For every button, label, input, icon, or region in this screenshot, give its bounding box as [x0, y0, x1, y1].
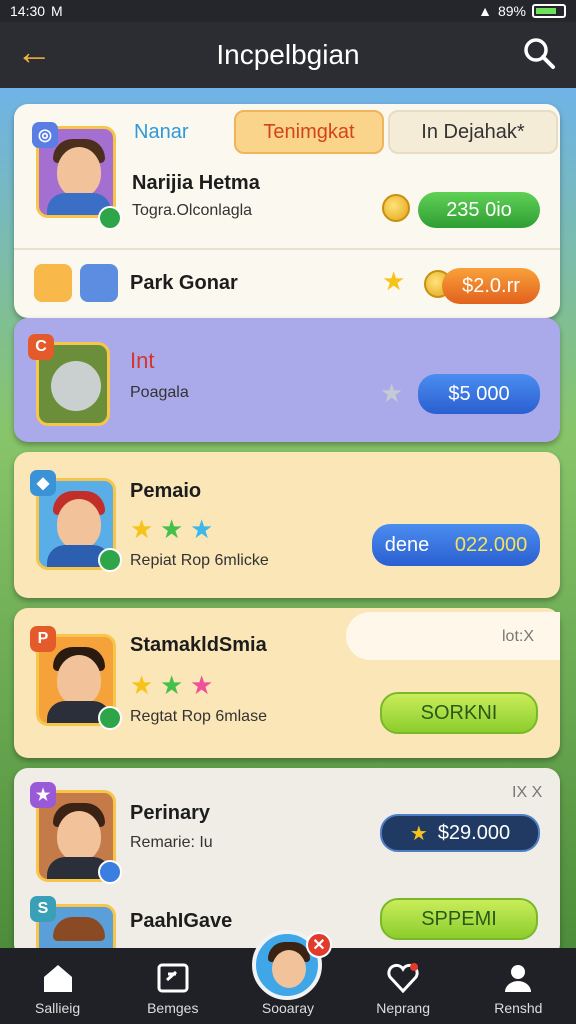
badge-icon: ◎	[32, 122, 58, 148]
app-header: ← Incpelbgian	[0, 22, 576, 88]
search-icon	[524, 38, 555, 69]
purple-card: C Int Poagala ★ $5 000	[14, 318, 560, 442]
item-subtitle: Remarie: Iu	[130, 834, 213, 851]
star-icon: ★	[190, 514, 214, 544]
coin-icon	[382, 194, 410, 222]
nav-item-likes[interactable]: Neprang	[353, 962, 453, 1016]
home-icon	[43, 965, 72, 992]
nav-item-home[interactable]: Sallieig	[8, 962, 108, 1016]
page-title: Incpelbgian	[216, 39, 360, 70]
tab-label: Nanar	[134, 120, 189, 143]
heart-icon	[387, 963, 419, 994]
nav-label: Sooaray	[261, 1000, 315, 1016]
star-icon: ★	[190, 670, 214, 700]
price-button[interactable]: $2.0.rr	[442, 268, 540, 304]
star-icon: ★	[130, 670, 154, 700]
item-subtitle: Repiat Rop 6mlicke	[130, 552, 269, 569]
item-name: Int	[130, 348, 155, 373]
verified-badge-icon	[98, 548, 122, 572]
badge-icon: ◆	[30, 470, 56, 496]
badge-icon: P	[30, 626, 56, 652]
battery-icon	[532, 4, 566, 18]
wifi-icon: ▲	[478, 3, 492, 19]
price-label: $29.000	[437, 821, 511, 844]
price-button[interactable]: 235 0io	[418, 192, 540, 228]
user-icon	[505, 965, 532, 992]
search-button[interactable]	[522, 36, 558, 72]
item-name: Perinary	[130, 802, 211, 824]
avatar-face	[57, 499, 101, 549]
tab-inactive[interactable]: In Dejahak*	[388, 110, 558, 154]
yellow-card-1: ◆ Pemaio ★ ★ ★ Repiat Rop 6mlicke dene 0…	[14, 452, 560, 598]
price-button[interactable]: dene 022.000	[372, 524, 540, 566]
gray-card: IX X ★ Perinary Remarie: Iu ★ $29.000 S …	[14, 768, 560, 948]
action-button[interactable]: SPPEMI	[380, 898, 538, 940]
yellow-card-2: lot:X P StamakldSmia ★ ★ ★ Regtat Rop 6m…	[14, 608, 560, 758]
item-subtitle: Togra.Olconlagla	[132, 202, 253, 219]
close-icon[interactable]: ✕	[306, 932, 332, 958]
main-content: Nanar Tenimgkat In Dejahak* ◎ Narijia He…	[0, 88, 576, 948]
battery-percent: 89%	[497, 3, 526, 19]
small-avatar[interactable]	[80, 264, 118, 302]
item-name: PaahIGave	[130, 910, 233, 932]
action-label: dene	[384, 533, 430, 556]
divider	[14, 248, 560, 250]
price-button[interactable]: ★ $29.000	[380, 814, 540, 852]
back-arrow-icon: ←	[16, 31, 52, 72]
nav-label: Sallieig	[35, 1000, 81, 1016]
nav-label: Renshd	[494, 1000, 543, 1016]
item-name: StamakldSmia	[130, 634, 267, 656]
nav-item-account[interactable]: Renshd	[468, 962, 568, 1016]
nav-label: Neprang	[376, 1000, 430, 1016]
tab-row: Nanar Tenimgkat In Dejahak*	[134, 110, 558, 154]
back-button[interactable]: ←	[16, 34, 60, 74]
badge-icon: ★	[30, 782, 56, 808]
avatar-face	[57, 655, 101, 705]
avatar-face	[272, 950, 306, 988]
small-avatar[interactable]	[34, 264, 72, 302]
close-button[interactable]: IX X	[512, 784, 542, 802]
verified-badge-icon	[98, 860, 122, 884]
status-bar: 14:30 M ▲ 89%	[0, 0, 576, 22]
status-left: 14:30 M	[10, 3, 63, 19]
verified-badge-icon	[98, 706, 122, 730]
status-right: ▲ 89%	[478, 3, 566, 19]
star-icon: ★	[160, 670, 184, 700]
item-name: Pemaio	[130, 480, 202, 502]
item-name: Narijia Hetma	[132, 172, 260, 194]
item-name: Park Gonar	[130, 272, 238, 294]
top-card: Nanar Tenimgkat In Dejahak* ◎ Narijia He…	[14, 104, 560, 318]
close-button[interactable]: lot:X	[502, 628, 534, 646]
verified-badge-icon	[98, 206, 122, 230]
avatar-hair	[53, 917, 105, 941]
status-carrier: M	[51, 3, 63, 19]
item-subtitle: Poagala	[130, 384, 189, 401]
robot-head	[51, 361, 101, 411]
badge-icon: C	[28, 334, 54, 360]
star-icon: ★	[130, 514, 154, 544]
price-label: 022.000	[454, 533, 528, 556]
star-icon: ★	[160, 514, 184, 544]
star-icon: ★	[382, 266, 406, 296]
badge-icon: S	[30, 896, 56, 922]
nav-label: Bemges	[147, 1000, 199, 1016]
status-time: 14:30	[10, 3, 46, 19]
avatar-face	[57, 811, 101, 861]
item-subtitle: Regtat Rop 6mlase	[130, 708, 267, 725]
game-icon	[157, 963, 189, 993]
avatar-face	[57, 147, 101, 197]
star-icon: ★	[380, 378, 404, 408]
star-icon: ★	[409, 822, 428, 845]
nav-item-games[interactable]: Bemges	[123, 962, 223, 1016]
price-button[interactable]: $5 000	[418, 374, 540, 414]
action-button[interactable]: SORKNI	[380, 692, 538, 734]
tab-active[interactable]: Tenimgkat	[234, 110, 384, 154]
